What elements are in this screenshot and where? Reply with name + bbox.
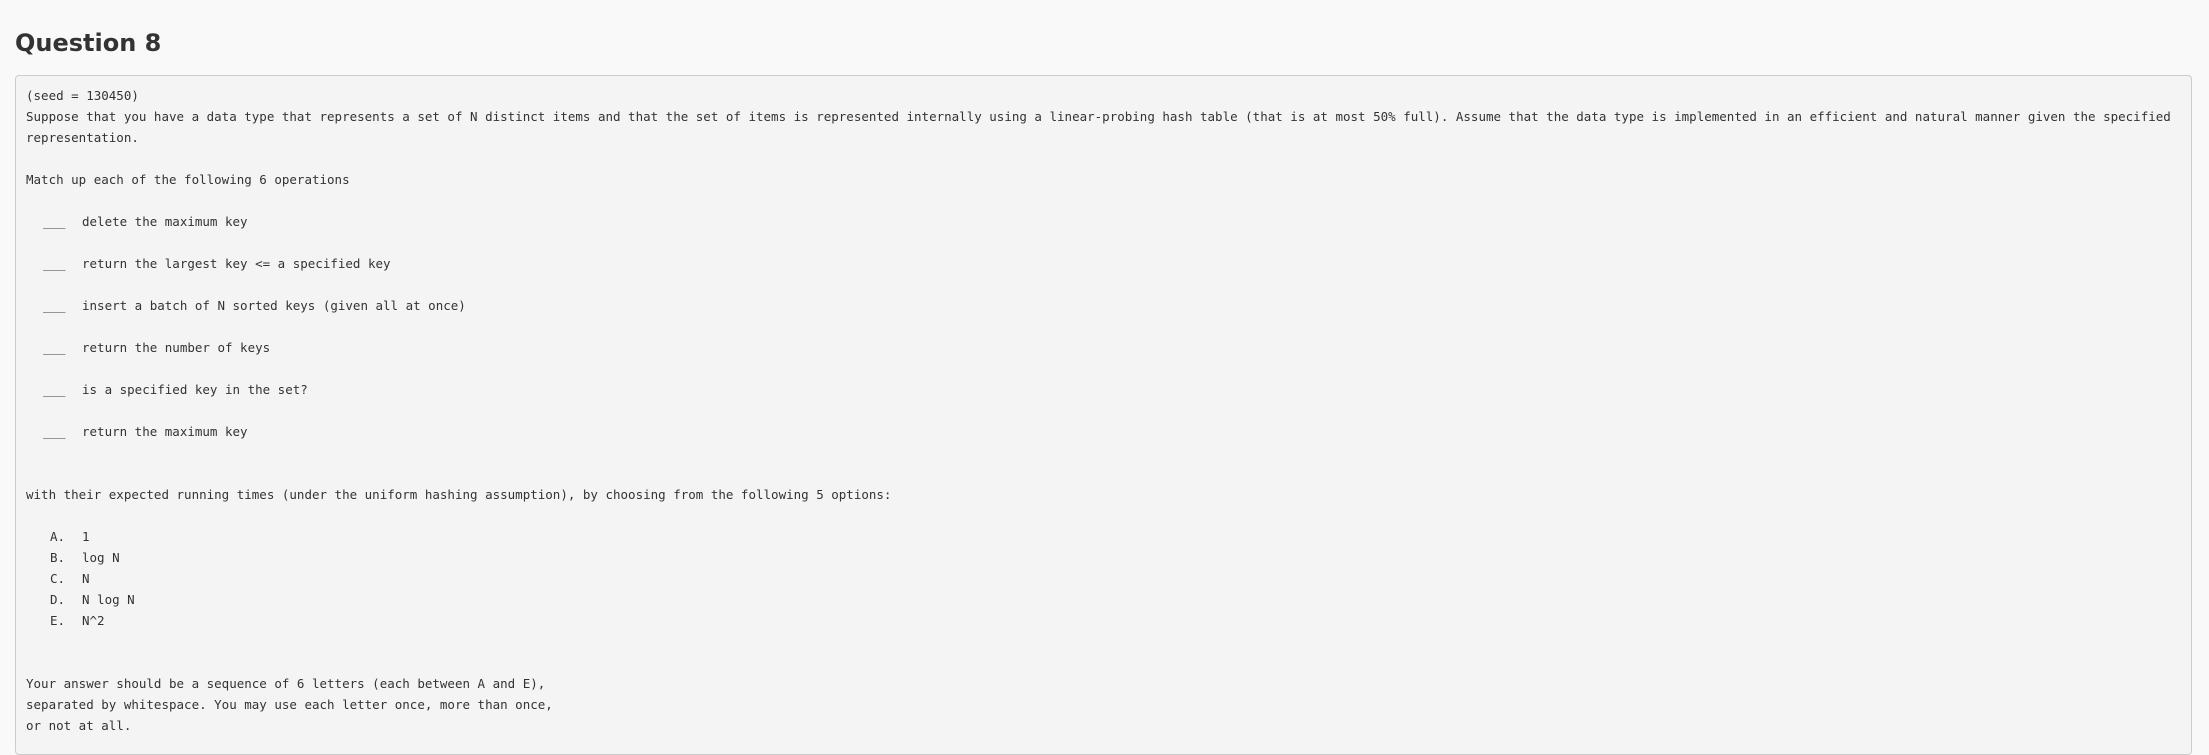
option-text: N^2 — [82, 613, 105, 628]
instructions-line: or not at all. — [26, 718, 132, 733]
operation-label: return the largest key <= a specified ke… — [82, 256, 391, 271]
operation-item: ___ return the maximum key — [26, 421, 2181, 442]
option-item: E. N^2 — [26, 610, 2181, 631]
option-letter: D. — [50, 592, 66, 607]
operation-label: is a specified key in the set? — [82, 382, 308, 397]
answer-blank: ___ — [43, 256, 66, 271]
option-letter: C. — [50, 571, 66, 586]
answer-blank: ___ — [43, 298, 66, 313]
answer-blank: ___ — [43, 424, 66, 439]
options-intro: with their expected running times (under… — [26, 487, 892, 502]
operation-label: return the maximum key — [82, 424, 248, 439]
match-intro: Match up each of the following 6 operati… — [26, 172, 350, 187]
question-title: Question 8 — [15, 29, 162, 57]
option-item: B. log N — [26, 547, 2181, 568]
operation-label: insert a batch of N sorted keys (given a… — [82, 298, 466, 313]
option-item: A. 1 — [26, 526, 2181, 547]
operation-label: delete the maximum key — [82, 214, 248, 229]
option-text: log N — [82, 550, 120, 565]
option-letter: A. — [50, 529, 66, 544]
operation-item: ___ return the number of keys — [26, 337, 2181, 358]
operation-item: ___ delete the maximum key — [26, 211, 2181, 232]
instructions-line: Your answer should be a sequence of 6 le… — [26, 676, 546, 691]
option-item: D. N log N — [26, 589, 2181, 610]
answer-blank: ___ — [43, 214, 66, 229]
instructions-line: separated by whitespace. You may use eac… — [26, 697, 553, 712]
seed-line: (seed = 130450) — [26, 88, 139, 103]
answer-blank: ___ — [43, 382, 66, 397]
option-letter: B. — [50, 550, 66, 565]
operation-item: ___ return the largest key <= a specifie… — [26, 253, 2181, 274]
operation-item: ___ is a specified key in the set? — [26, 379, 2181, 400]
operation-label: return the number of keys — [82, 340, 271, 355]
option-text: N — [82, 571, 90, 586]
option-item: C. N — [26, 568, 2181, 589]
answer-blank: ___ — [43, 340, 66, 355]
option-text: N log N — [82, 592, 135, 607]
option-text: 1 — [82, 529, 90, 544]
question-text-box: (seed = 130450) Suppose that you have a … — [15, 75, 2192, 755]
problem-description: Suppose that you have a data type that r… — [26, 109, 2179, 145]
operation-item: ___ insert a batch of N sorted keys (giv… — [26, 295, 2181, 316]
option-letter: E. — [50, 613, 66, 628]
